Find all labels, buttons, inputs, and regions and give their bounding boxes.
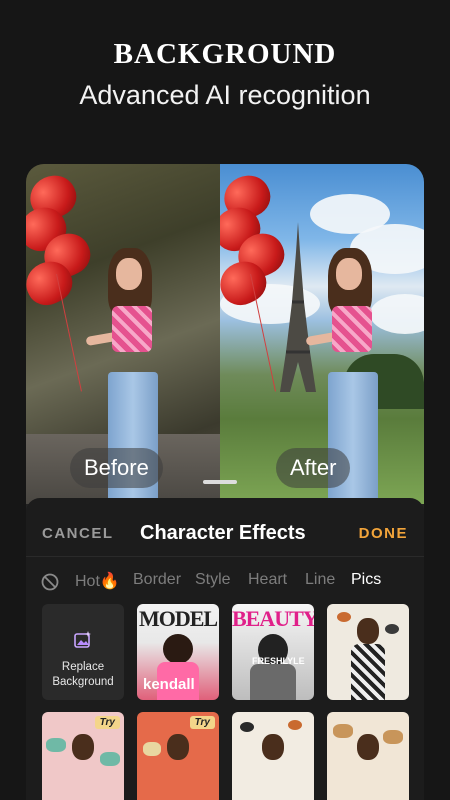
try-badge: Try [189,716,215,729]
promo-headline: BACKGROUND [113,38,337,70]
replace-image-icon [74,631,91,648]
sheet-header: CANCEL Character Effects DONE [26,498,424,556]
promo-subheadline: Advanced AI recognition [79,80,371,110]
magazine-subtitle: kendall [143,676,195,693]
before-photo: Before [26,164,220,504]
sheet-title: Character Effects [140,522,306,544]
divider [26,556,424,557]
character-effects-sheet: CANCEL Character Effects DONE Hot🔥 Borde… [26,498,424,800]
cancel-button[interactable]: CANCEL [42,525,114,542]
after-photo: After [220,164,424,504]
effect-tile-model[interactable]: MODEL kendall [137,604,219,700]
effect-tile-beauty[interactable]: BEAUTY FRESHLYLE [232,604,314,700]
no-effect-icon[interactable] [41,573,59,591]
app-preview: Before After CANCEL Character Effects DO… [26,164,424,800]
tab-style[interactable]: Style [195,571,231,589]
tab-pics[interactable]: Pics [351,571,381,589]
effect-tile-butterfly[interactable] [327,604,409,700]
done-button[interactable]: DONE [359,525,408,542]
magazine-title: MODEL [138,606,218,631]
after-label: After [276,448,351,488]
tab-hot[interactable]: Hot🔥 [75,571,120,591]
effect-tile-zebra[interactable]: Try [42,712,124,800]
effect-tile-leopard[interactable] [327,712,409,800]
magazine-title: BEAUTY [232,606,314,631]
tab-heart[interactable]: Heart [248,571,287,589]
before-label: Before [70,448,163,488]
effect-tile-butterfly-2[interactable] [232,712,314,800]
magazine-subtitle: FRESHLYLE [252,656,305,666]
tab-line[interactable]: Line [305,571,335,589]
replace-background-tile[interactable]: Replace Background [42,604,124,700]
tab-border[interactable]: Border [133,571,181,589]
effect-tile-leopard-red[interactable]: Try [137,712,219,800]
try-badge: Try [94,716,120,729]
effect-category-tabs: Hot🔥 Border Style Heart Line Pics [26,568,424,598]
sheet-drag-handle[interactable] [203,480,237,484]
replace-background-label: Replace Background [52,661,114,688]
